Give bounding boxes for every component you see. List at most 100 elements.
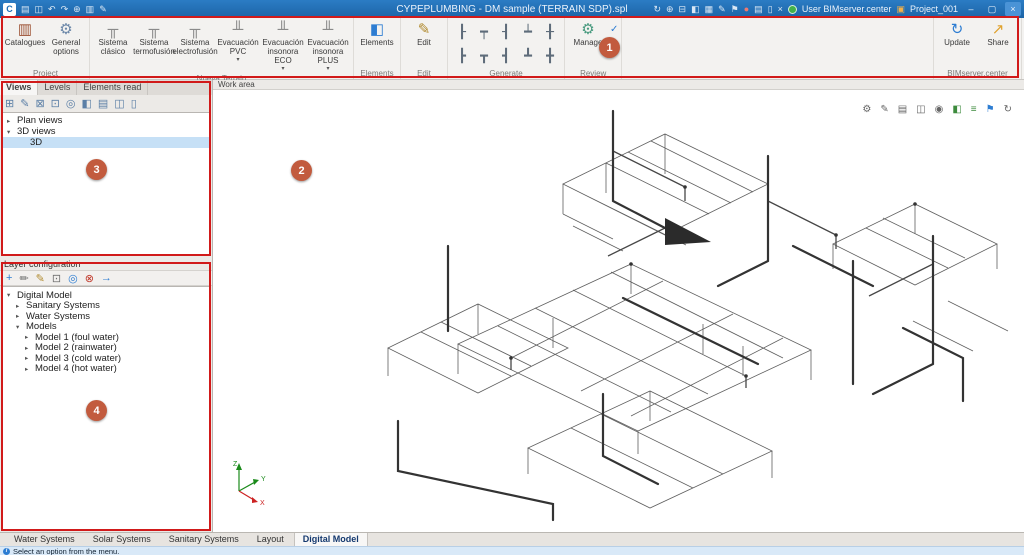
chevron-down-icon[interactable]: ▾ [16, 323, 23, 331]
flag-icon[interactable]: ⚑ [731, 4, 739, 15]
chevron-down-icon[interactable]: ▾ [236, 57, 239, 64]
chevron-right-icon[interactable]: ▸ [16, 302, 23, 310]
drawing-canvas[interactable]: ⚙ ✎ ▤ ◫ ◉ ◧ ≡ ⚑ ↻ [213, 90, 1024, 533]
grid-icon[interactable]: ▦ [705, 4, 714, 15]
tab-sanitary-systems[interactable]: Sanitary Systems [161, 533, 247, 546]
tree-item-model-1[interactable]: ▸ Model 1 (foul water) [3, 332, 209, 343]
sistema-electrofusion-button[interactable]: ╥ Sistema electrofusión [175, 20, 215, 57]
tab-solar-systems[interactable]: Solar Systems [85, 533, 159, 546]
share-button[interactable]: ↗ Share [978, 20, 1018, 57]
generate-pipe-button[interactable]: ┳ [480, 48, 488, 64]
sistema-termofusion-button[interactable]: ╥ Sistema termofusión [134, 20, 174, 57]
record-icon[interactable]: ● [744, 4, 749, 14]
tab-views[interactable]: Views [0, 80, 38, 95]
update-button[interactable]: ↻ Update [937, 20, 977, 57]
edit-icon[interactable]: ✎ [99, 4, 107, 15]
sistema-clasico-button[interactable]: ╥ Sistema clásico [93, 20, 133, 57]
camera-view-icon[interactable]: ◎ [66, 97, 76, 110]
chevron-down-icon[interactable]: ▾ [281, 66, 284, 73]
edit-layer-icon[interactable]: ✎ [36, 272, 45, 285]
evacuacion-pvc-button[interactable]: ╨ Evacuación PVC ▾ [216, 20, 260, 64]
panel-icon[interactable]: ⊟ [679, 4, 687, 15]
open-icon[interactable]: ◫ [35, 4, 44, 15]
new-view-icon[interactable]: ⊞ [5, 97, 14, 110]
chevron-right-icon[interactable]: ▸ [25, 333, 32, 341]
generate-pipe-button[interactable]: ╂ [546, 24, 554, 40]
minimize-button[interactable]: – [963, 2, 979, 16]
evacuacion-plus-button[interactable]: ╨ Evacuación insonora PLUS ▾ [306, 20, 350, 73]
add-layer-icon[interactable]: + [6, 272, 12, 284]
delete-view-icon[interactable]: ⊠ [35, 97, 44, 110]
user-label[interactable]: User BIMserver.center [802, 4, 892, 14]
erase-layer-icon[interactable]: ✏ [19, 272, 28, 285]
move-layer-icon[interactable]: → [101, 272, 112, 284]
tree-item-water-systems[interactable]: ▸ Water Systems [3, 311, 209, 322]
print-icon[interactable]: ▥ [86, 4, 95, 15]
generate-pipe-button[interactable]: ┨ [502, 24, 510, 40]
tree-item-digital-model[interactable]: ▾ Digital Model [3, 290, 209, 301]
axis-x-label: X [260, 500, 265, 505]
generate-pipe-button[interactable]: ┯ [480, 24, 488, 40]
tree-item-model-4[interactable]: ▸ Model 4 (hot water) [3, 364, 209, 375]
annotate-icon[interactable]: ✎ [718, 4, 726, 15]
chevron-down-icon[interactable]: ▾ [7, 128, 14, 136]
generate-pipe-button[interactable]: ╋ [546, 48, 554, 64]
tab-digital-model[interactable]: Digital Model [294, 533, 368, 546]
chevron-right-icon[interactable]: ▸ [25, 354, 32, 362]
tab-elements-read[interactable]: Elements read [77, 80, 148, 95]
tree-item-3d[interactable]: 3D [3, 137, 209, 148]
edit-view-icon[interactable]: ✎ [20, 97, 29, 110]
general-options-button[interactable]: ⚙ General options [46, 20, 86, 57]
tab-layout[interactable]: Layout [249, 533, 292, 546]
tree-item-model-3[interactable]: ▸ Model 3 (cold water) [3, 353, 209, 364]
app-logo-icon[interactable]: C [3, 3, 16, 16]
generate-pipe-button[interactable]: ┷ [524, 24, 532, 40]
chevron-right-icon[interactable]: ▸ [7, 117, 14, 125]
close-button[interactable]: × [1005, 2, 1021, 16]
undo-icon[interactable]: ↶ [48, 4, 56, 15]
review-check-icon[interactable]: ✓ [610, 24, 618, 35]
configure-layer-icon[interactable]: ◎ [68, 272, 78, 285]
duplicate-view-icon[interactable]: ⊡ [51, 97, 60, 110]
delete-layer-icon[interactable]: ⊗ [85, 272, 94, 285]
tree-item-model-2[interactable]: ▸ Model 2 (rainwater) [3, 343, 209, 354]
generate-pipe-button[interactable]: ┻ [524, 48, 532, 64]
chevron-down-icon[interactable]: ▾ [7, 291, 14, 299]
close-view-icon[interactable]: × [778, 4, 783, 14]
tree-item-models[interactable]: ▾ Models [3, 322, 209, 333]
chevron-right-icon[interactable]: ▸ [25, 344, 32, 352]
tree-item-plan-views[interactable]: ▸ Plan views [3, 115, 209, 126]
evacuacion-eco-button[interactable]: ╨ Evacuación insonora ECO ▾ [261, 20, 305, 73]
duplicate-layer-icon[interactable]: ⊡ [52, 272, 61, 285]
generate-pipe-button[interactable]: ┫ [502, 48, 510, 64]
chevron-down-icon[interactable]: ▾ [326, 66, 329, 73]
refresh-icon[interactable]: ↻ [653, 4, 661, 15]
chevron-right-icon[interactable]: ▸ [16, 312, 23, 320]
manage-button[interactable]: ⚙ Manage [568, 20, 608, 57]
tab-water-systems[interactable]: Water Systems [6, 533, 83, 546]
sheet-icon[interactable]: ▤ [754, 4, 763, 15]
elements-button[interactable]: ◧ Elements [357, 20, 397, 57]
edit-button[interactable]: ✎ Edit [404, 20, 444, 57]
window-view-icon[interactable]: ◫ [114, 97, 124, 110]
search-icon[interactable]: ⊕ [666, 4, 674, 15]
chevron-right-icon[interactable]: ▸ [25, 365, 32, 373]
project-label[interactable]: Project_001 [910, 4, 958, 14]
save-icon[interactable]: ▤ [21, 4, 30, 15]
view-3d-icon[interactable]: ◧ [81, 97, 91, 110]
review-check-icon[interactable]: ✓ [610, 41, 618, 52]
window-icon[interactable]: ▯ [768, 4, 773, 15]
pipe-icon: ╨ [233, 20, 244, 39]
cube-icon[interactable]: ◧ [691, 4, 700, 15]
monitor-view-icon[interactable]: ▯ [131, 97, 137, 110]
print-view-icon[interactable]: ▤ [98, 97, 108, 110]
tree-item-sanitary-systems[interactable]: ▸ Sanitary Systems [3, 301, 209, 312]
maximize-button[interactable]: ▢ [984, 2, 1000, 16]
generate-pipe-button[interactable]: ┣ [458, 48, 466, 64]
zoom-icon[interactable]: ⊕ [73, 4, 81, 15]
tree-item-3d-views[interactable]: ▾ 3D views [3, 126, 209, 137]
generate-pipe-button[interactable]: ┠ [458, 24, 466, 40]
redo-icon[interactable]: ↷ [61, 4, 69, 15]
tab-levels[interactable]: Levels [38, 80, 77, 95]
catalogues-button[interactable]: ▥ Catalogues [5, 20, 45, 57]
